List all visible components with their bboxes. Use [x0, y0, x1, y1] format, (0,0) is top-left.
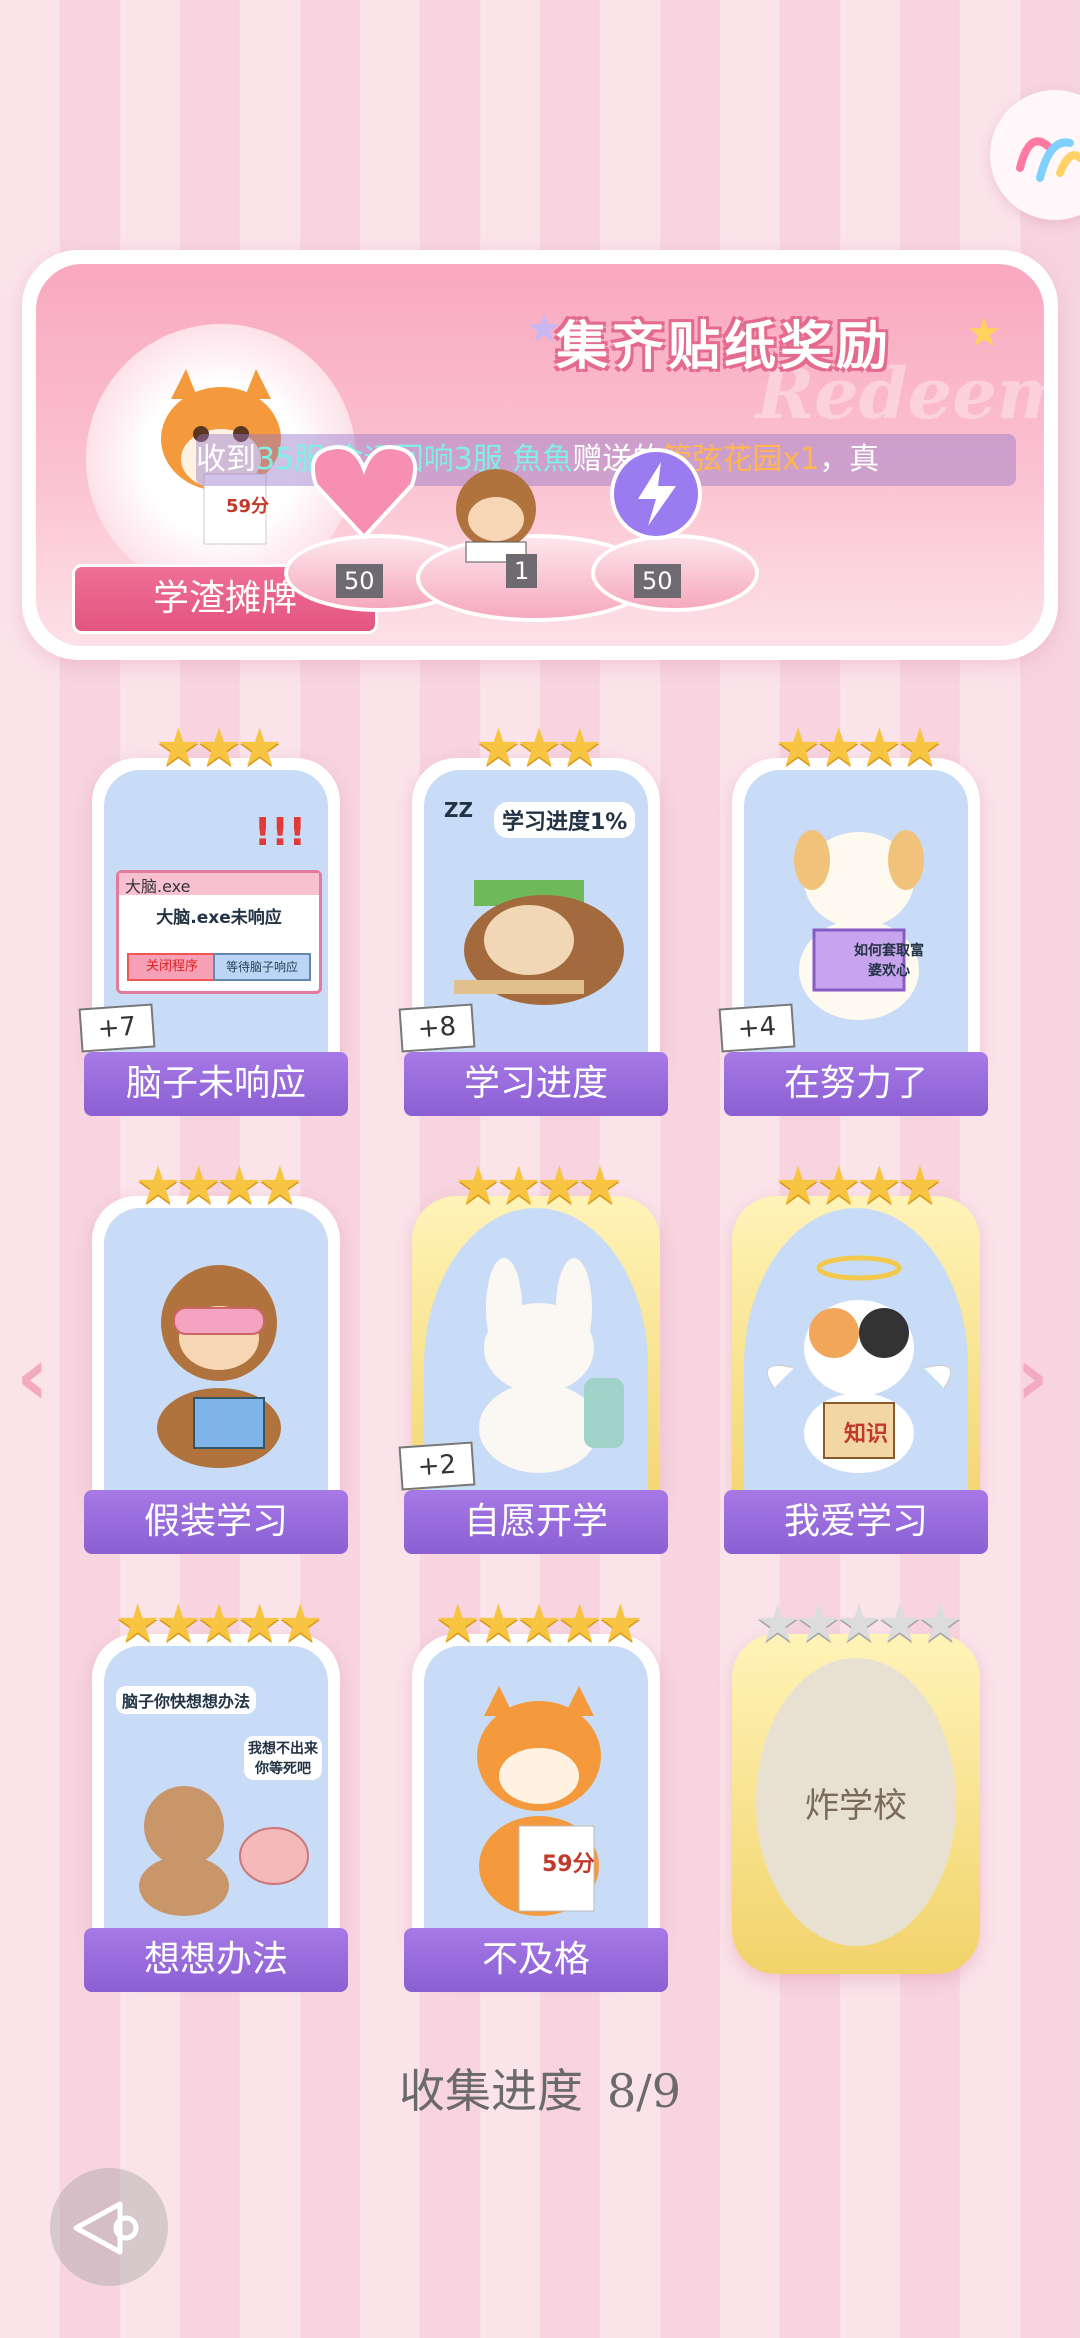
prev-page-arrow[interactable]: ‹ — [16, 1330, 49, 1423]
card-stars: ★★★★ — [134, 1156, 303, 1216]
back-button[interactable] — [50, 2168, 168, 2286]
marquee-prefix: 收到 — [196, 442, 256, 477]
window-title: 大脑.exe — [119, 873, 319, 896]
card-stars: ★★★ — [155, 718, 283, 778]
progress-bubble: 学习进度1% — [494, 802, 636, 838]
card-label: 我爱学习 — [724, 1490, 988, 1554]
monkey-icon — [157, 1265, 281, 1468]
sticker-card[interactable]: ★★★★★ 59分 不及格 — [404, 1594, 668, 1992]
card-stars: ★★★★★ — [754, 1594, 963, 1654]
card-stars: ★★★★ — [774, 1156, 943, 1216]
paint-splash-icon — [1016, 137, 1080, 182]
book-title: 如何套取富婆欢心 — [854, 943, 924, 979]
tiger-icon — [477, 1686, 601, 1916]
window-dialog: 大脑.exe 大脑.exe未响应 关闭程序 等待脑子响应 — [116, 870, 322, 994]
reward-count: 50 — [336, 564, 383, 598]
sticker-card-locked[interactable]: ★★★★★ 炸学校 — [732, 1594, 980, 1974]
card-label: 学习进度 — [404, 1052, 668, 1116]
sticker-art — [104, 1208, 328, 1524]
sticker-card[interactable]: ★★★ ZZ 学习进度1% +8 学习进度 — [398, 718, 668, 1116]
duplicate-count: +2 — [398, 1441, 476, 1491]
sleep-zz: ZZ — [444, 798, 474, 822]
progress-label: 收集进度 — [398, 2064, 583, 2118]
wait-button: 等待脑子响应 — [213, 953, 311, 981]
reward-count: 50 — [634, 564, 681, 598]
close-program-button: 关闭程序 — [127, 953, 217, 981]
back-arrow-icon — [73, 2201, 139, 2255]
duplicate-count: +4 — [718, 1003, 796, 1053]
card-stars: ★★★★★ — [114, 1594, 323, 1654]
sticker-card[interactable]: ★★★ !!! 大脑.exe 大脑.exe未响应 关闭程序 等待脑子响应 +7 … — [78, 718, 348, 1116]
locked-sticker-label: 炸学校 — [756, 1658, 956, 1946]
paper-score: 59分 — [542, 1852, 595, 1877]
bear-brain-icon — [139, 1786, 309, 1916]
card-label: 脑子未响应 — [84, 1052, 348, 1116]
card-label: 在努力了 — [724, 1052, 988, 1116]
next-page-arrow[interactable]: › — [1016, 1330, 1049, 1423]
monkey-reading-icon — [456, 469, 536, 563]
sticker-art: 知识 — [744, 1208, 968, 1524]
card-stars: ★★★★★ — [434, 1594, 643, 1654]
dialog-message: 大脑.exe未响应 — [156, 908, 282, 928]
reward-count: 1 — [506, 554, 538, 588]
progress-value: 8/9 — [606, 2064, 682, 2118]
card-stars: ★★★★ — [454, 1156, 623, 1216]
card-stars: ★★★ — [475, 718, 603, 778]
sticker-art: 59分 — [424, 1646, 648, 1962]
energy-orb-icon — [610, 448, 702, 540]
alert-marks: !!! — [254, 810, 306, 854]
bunny-icon — [479, 1258, 624, 1473]
sticker-card[interactable]: ★★★★ +2 自愿开学 — [398, 1156, 668, 1554]
card-label: 自愿开学 — [404, 1490, 668, 1554]
heart-gem-icon — [310, 444, 418, 540]
speech-bubble: 脑子你快想想办法 — [116, 1686, 257, 1714]
sticker-art: 脑子你快想想办法 我想不出来你等死吧 — [104, 1646, 328, 1962]
sticker-card[interactable]: ★★★★ 知识 我爱学习 — [724, 1156, 988, 1554]
tiger-paper-score: 59分 — [226, 496, 270, 517]
duplicate-count: +7 — [78, 1003, 156, 1053]
card-label: 想想办法 — [84, 1928, 348, 1992]
sticker-card[interactable]: ★★★★ 如何套取富婆欢心 +4 在努力了 — [718, 718, 988, 1116]
book-title: 知识 — [844, 1422, 889, 1447]
puppy-icon — [794, 830, 924, 1020]
marquee-suffix: ，真 — [819, 442, 880, 477]
collection-progress: 收集进度 8/9 — [0, 2055, 1080, 2121]
card-label: 不及格 — [404, 1928, 668, 1992]
sticker-card[interactable]: ★★★★ 假装学习 — [84, 1156, 348, 1554]
star-icon: ★ — [966, 310, 1002, 356]
sticker-card[interactable]: ★★★★★ 脑子你快想想办法 我想不出来你等死吧 想想办法 — [84, 1594, 348, 1992]
banner-title: 集齐贴纸奖励 — [556, 317, 893, 377]
sticker-reward-banner: Redeem ★ ★ 集齐贴纸奖励 59分 收到35服 命运回响3服 魚魚赠送的… — [22, 250, 1058, 660]
angel-cat-icon — [766, 1255, 952, 1473]
card-stars: ★★★★ — [774, 718, 943, 778]
app-corner-badge[interactable] — [990, 90, 1080, 220]
card-label: 假装学习 — [84, 1490, 348, 1554]
duplicate-count: +8 — [398, 1003, 476, 1053]
